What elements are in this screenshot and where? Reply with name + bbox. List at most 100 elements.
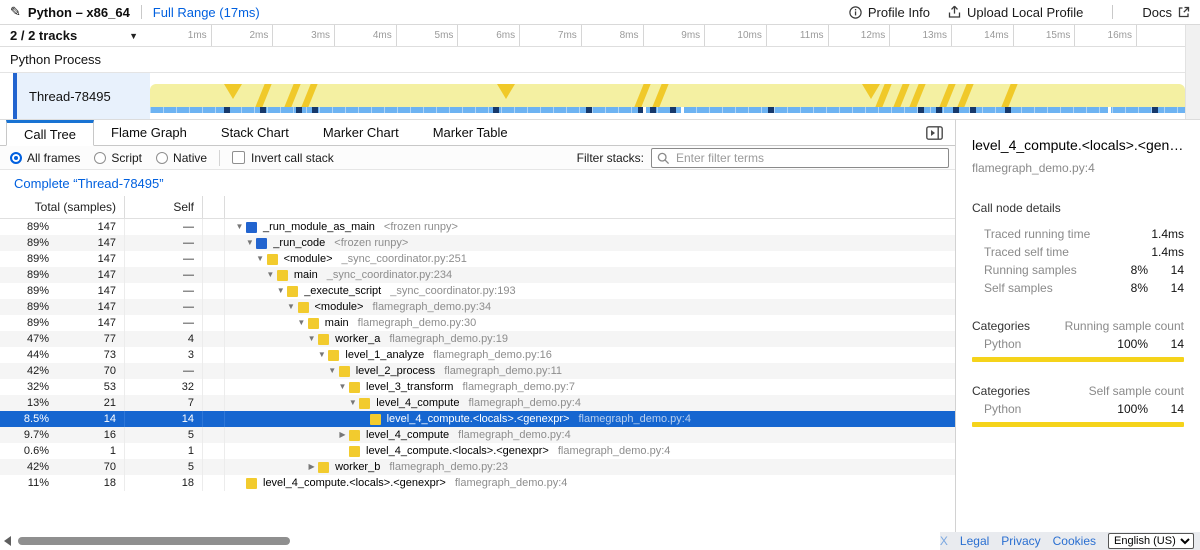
call-tree-row[interactable]: 11%1818level_4_compute.<locals>.<genexpr…: [0, 475, 955, 491]
twisty-open-icon[interactable]: ▼: [336, 379, 349, 395]
function-name: level_4_compute: [366, 427, 449, 443]
twisty-open-icon[interactable]: ▼: [233, 219, 246, 235]
radio-script[interactable]: Script: [94, 151, 142, 165]
marker-triangle-icon[interactable]: [862, 84, 880, 99]
function-file: flamegraph_demo.py:4: [558, 443, 671, 459]
filter-stacks-input[interactable]: [651, 148, 949, 168]
marker-triangle-icon[interactable]: [224, 84, 242, 99]
twisty-open-icon[interactable]: ▼: [346, 395, 359, 411]
footer-link-legal[interactable]: Legal: [960, 534, 989, 548]
twisty-open-icon[interactable]: ▼: [315, 347, 328, 363]
ruler-tick: 4ms: [335, 25, 397, 46]
category-square-icon: [246, 222, 257, 233]
thread-track-canvas[interactable]: [150, 73, 1185, 119]
radio-all-frames[interactable]: All frames: [10, 151, 80, 165]
function-cell: ▼_run_module_as_main<frozen runpy>: [225, 219, 955, 235]
breadcrumb[interactable]: Complete “Thread-78495”: [14, 176, 164, 191]
total-samples-cell: 42%70: [0, 459, 125, 475]
sample-gap: [643, 107, 646, 113]
call-tree-row[interactable]: 89%147—▼main_sync_coordinator.py:234: [0, 267, 955, 283]
ruler-tick: 11ms: [767, 25, 829, 46]
twisty-open-icon[interactable]: ▼: [295, 315, 308, 331]
tab-stack-chart[interactable]: Stack Chart: [204, 120, 306, 145]
frame-filter-radios: All frames Script Native: [10, 151, 207, 165]
radio-icon: [94, 152, 106, 164]
edit-profile-name-icon[interactable]: ✎: [10, 4, 21, 20]
marker-slash-icon[interactable]: [939, 84, 955, 107]
call-tree-row[interactable]: 42%70—▼level_2_processflamegraph_demo.py…: [0, 363, 955, 379]
thread-track-label[interactable]: Thread-78495: [17, 73, 150, 119]
twisty-open-icon[interactable]: ▼: [254, 251, 267, 267]
call-tree-row[interactable]: 89%147—▼_execute_script_sync_coordinator…: [0, 283, 955, 299]
call-tree-row[interactable]: 0.6%11level_4_compute.<locals>.<genexpr>…: [0, 443, 955, 459]
profile-info-button[interactable]: Profile Info: [849, 5, 930, 20]
twisty-collapsed-icon[interactable]: ▶: [305, 459, 318, 475]
scrollbar-thumb[interactable]: [18, 537, 290, 545]
full-range-link[interactable]: Full Range (17ms): [153, 5, 260, 20]
call-tree-row[interactable]: 44%733▼level_1_analyzeflamegraph_demo.py…: [0, 347, 955, 363]
radio-native[interactable]: Native: [156, 151, 207, 165]
call-tree-row[interactable]: 89%147—▼_run_code<frozen runpy>: [0, 235, 955, 251]
marker-slash-icon[interactable]: [957, 84, 973, 107]
marker-triangle-icon[interactable]: [497, 84, 515, 99]
tab-marker-chart[interactable]: Marker Chart: [306, 120, 416, 145]
call-tree-row[interactable]: 42%705▶worker_bflamegraph_demo.py:23: [0, 459, 955, 475]
detail-value: 1.4ms: [1148, 227, 1184, 241]
twisty-collapsed-icon[interactable]: ▶: [336, 427, 349, 443]
call-tree-row[interactable]: 89%147—▼mainflamegraph_demo.py:30: [0, 315, 955, 331]
column-header-self[interactable]: Self: [125, 196, 203, 218]
twisty-open-icon[interactable]: ▼: [243, 235, 256, 251]
function-cell: ▼mainflamegraph_demo.py:30: [225, 315, 955, 331]
column-header-total[interactable]: Total (samples): [0, 196, 125, 218]
tab-marker-table[interactable]: Marker Table: [416, 120, 525, 145]
call-tree-row[interactable]: 13%217▼level_4_computeflamegraph_demo.py…: [0, 395, 955, 411]
twisty-open-icon[interactable]: ▼: [264, 267, 277, 283]
marker-slash-icon[interactable]: [634, 84, 650, 107]
twisty-open-icon[interactable]: ▼: [274, 283, 287, 299]
marker-slash-icon[interactable]: [652, 84, 668, 107]
call-tree-row[interactable]: 9.7%165▶level_4_computeflamegraph_demo.p…: [0, 427, 955, 443]
call-tree-row[interactable]: 47%774▼worker_aflamegraph_demo.py:19: [0, 331, 955, 347]
column-header-icon: [203, 196, 225, 218]
footer-link-privacy[interactable]: Privacy: [1001, 534, 1040, 548]
call-tree-row[interactable]: 89%147—▼<module>_sync_coordinator.py:251: [0, 251, 955, 267]
tracks-dropdown[interactable]: 2 / 2 tracks ▼: [0, 25, 150, 46]
twisty-open-icon[interactable]: ▼: [326, 363, 339, 379]
language-select[interactable]: English (US): [1108, 533, 1194, 549]
total-count: 147: [49, 235, 124, 251]
footer-link-cookies[interactable]: Cookies: [1053, 534, 1096, 548]
ruler-tick: 9ms: [644, 25, 706, 46]
total-count: 53: [49, 379, 124, 395]
self-cell: 14: [125, 411, 203, 427]
call-tree-row[interactable]: 89%147—▼_run_module_as_main<frozen runpy…: [0, 219, 955, 235]
marker-slash-icon[interactable]: [909, 84, 925, 107]
twisty-open-icon[interactable]: ▼: [305, 331, 318, 347]
scroll-left-arrow-icon[interactable]: [4, 536, 11, 546]
sidebar-toggle-button[interactable]: [926, 120, 943, 145]
marker-slash-icon[interactable]: [1001, 84, 1017, 107]
timeline-ruler[interactable]: 2 / 2 tracks ▼ 1ms2ms3ms4ms5ms6ms7ms8ms9…: [0, 25, 1200, 47]
function-name: main: [325, 315, 349, 331]
call-tree-row[interactable]: 8.5%1414level_4_compute.<locals>.<genexp…: [0, 411, 955, 427]
profile-name[interactable]: Python – x86_64: [28, 5, 130, 20]
call-tree-row[interactable]: 32%5332▼level_3_transformflamegraph_demo…: [0, 379, 955, 395]
twisty-open-icon[interactable]: ▼: [285, 299, 298, 315]
timeline-right-gutter: [1185, 25, 1200, 119]
tab-flame-graph[interactable]: Flame Graph: [94, 120, 204, 145]
call-tree-row[interactable]: 89%147—▼<module>flamegraph_demo.py:34: [0, 299, 955, 315]
docs-link[interactable]: Docs: [1142, 5, 1190, 20]
detail-label: Running samples: [972, 263, 1104, 277]
footer-link-x[interactable]: X: [940, 534, 948, 548]
marker-slash-icon[interactable]: [284, 84, 300, 107]
process-track-header[interactable]: Python Process: [0, 47, 1185, 73]
total-percent: 32%: [0, 379, 49, 395]
function-name: worker_a: [335, 331, 380, 347]
invert-call-stack-toggle[interactable]: Invert call stack: [232, 151, 334, 165]
tab-call-tree[interactable]: Call Tree: [6, 120, 94, 146]
category-percent: 100%: [1104, 337, 1148, 351]
marker-slash-icon[interactable]: [255, 84, 271, 107]
function-name: level_2_process: [356, 363, 436, 379]
marker-slash-icon[interactable]: [893, 84, 909, 107]
marker-slash-icon[interactable]: [301, 84, 317, 107]
upload-profile-button[interactable]: Upload Local Profile: [948, 5, 1083, 20]
